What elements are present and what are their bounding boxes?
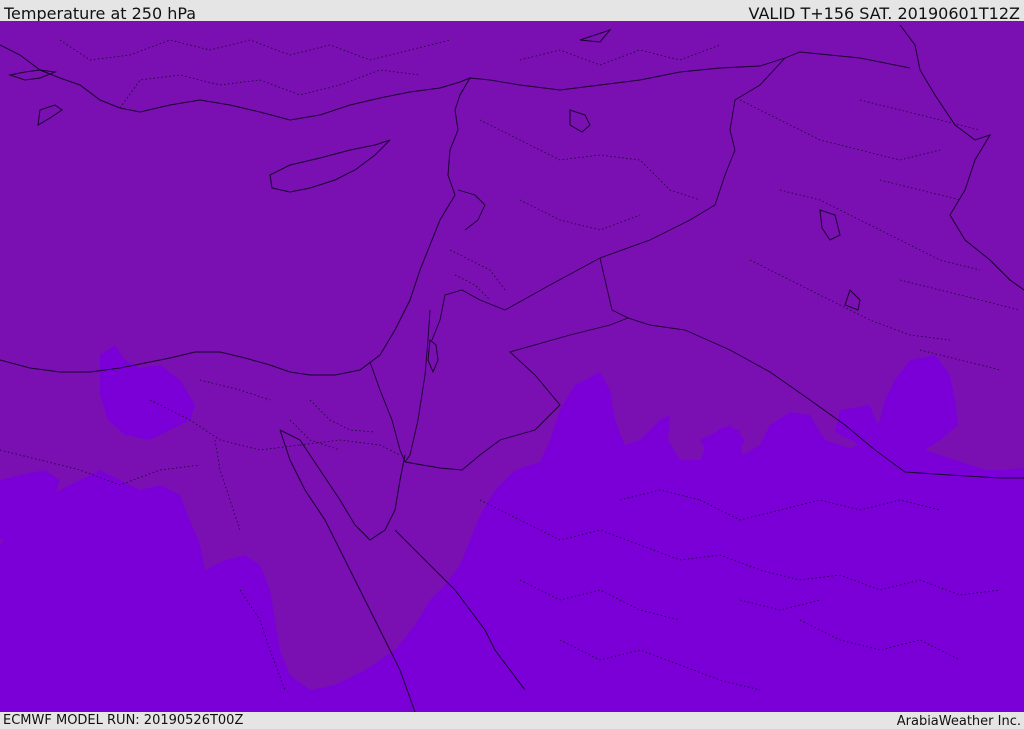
model-run-label: ECMWF MODEL RUN: 20190526T00Z	[3, 713, 244, 728]
map-svg	[0, 21, 1024, 712]
weather-map-frame: Temperature at 250 hPa VALID T+156 SAT. …	[0, 0, 1024, 729]
footer-bar: ECMWF MODEL RUN: 20190526T00Z ArabiaWeat…	[0, 712, 1024, 729]
header-bar: Temperature at 250 hPa VALID T+156 SAT. …	[0, 0, 1024, 23]
credit-label: ArabiaWeather Inc.	[896, 714, 1021, 729]
map-canvas[interactable]	[0, 21, 1024, 712]
